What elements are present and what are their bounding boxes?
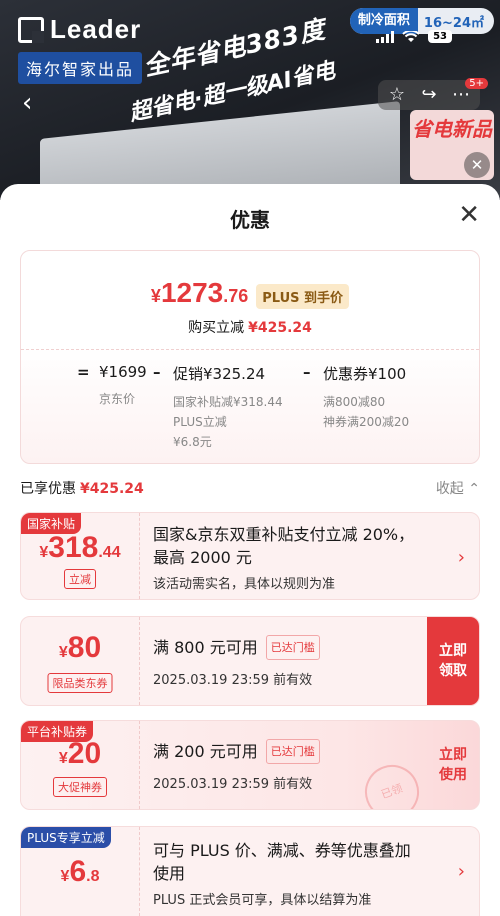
card-amount: ¥318.44	[39, 531, 121, 564]
final-price-line: ¥1273.76 PLUS 到手价	[21, 277, 479, 309]
coupon-20-card: 平台补贴券 ¥20 大促神券 满 200 元可用 已达门槛 2025.03.19 …	[20, 720, 480, 810]
close-icon[interactable]: ✕	[464, 152, 490, 178]
divider	[21, 349, 479, 350]
equals-sign: =	[77, 363, 90, 381]
claim-button[interactable]: 立即 领取	[427, 617, 479, 705]
jd-price: ¥1699	[99, 363, 147, 381]
enjoyed-amount: ¥425.24	[80, 481, 144, 497]
card-amount: ¥6.8	[60, 855, 100, 888]
battery-icon: 53	[428, 30, 452, 43]
price-summary: ¥1273.76 PLUS 到手价 购买立减 ¥425.24 = ¥1699 京东…	[20, 250, 480, 464]
card-desc: 该活动需实名，具体以规则为准	[153, 577, 336, 592]
wifi-icon	[402, 30, 420, 42]
card-title: 国家&京东双重补贴支付立减 20%， 最高 2000 元	[153, 525, 415, 567]
promo-sub-plus-amount: ¥6.8元	[173, 435, 212, 449]
national-subsidy-card[interactable]: 国家补贴 ¥318.44 立减 国家&京东双重补贴支付立减 20%， 最高 200…	[20, 512, 480, 600]
card-title: 满 800 元可用 已达门槛	[153, 635, 320, 660]
minus-sign: –	[153, 363, 161, 381]
coupon-sub-2: 神券满200减20	[323, 415, 410, 429]
coupon-amount: 优惠券¥100	[323, 365, 407, 383]
enjoyed-discount-row: 已享优惠 ¥425.24 收起 ⌃	[20, 478, 480, 498]
card-amount-sub: 大促神券	[53, 777, 107, 797]
plus-price-tag: PLUS 到手价	[256, 284, 350, 309]
card-amount-sub: 立减	[64, 569, 96, 589]
collapse-button[interactable]: 收起 ⌃	[436, 478, 480, 498]
discount-sheet: 优惠 ✕ ¥1273.76 PLUS 到手价 购买立减 ¥425.24 = ¥16…	[0, 184, 500, 916]
star-icon[interactable]: ☆	[386, 84, 408, 106]
chevron-right-icon: ›	[457, 547, 465, 568]
card-desc: 2025.03.19 23:59 前有效	[153, 777, 313, 792]
minus-sign: –	[303, 363, 311, 381]
card-desc: 2025.03.19 23:59 前有效	[153, 673, 313, 688]
share-icon[interactable]: ↪	[418, 84, 440, 106]
back-arrow-icon[interactable]: ‹	[22, 88, 32, 118]
card-amount: ¥20	[58, 737, 102, 770]
promo-amount: 促销¥325.24	[173, 365, 266, 383]
chevron-up-icon: ⌃	[468, 481, 480, 497]
card-title: 满 200 元可用 已达门槛	[153, 739, 320, 764]
promo-sub-national: 国家补贴减¥318.44	[173, 395, 283, 409]
brand-mark-icon	[18, 16, 44, 43]
chevron-right-icon: ›	[457, 861, 465, 882]
sheet-title: 优惠	[230, 208, 270, 232]
jd-price-col: ¥1699 京东价	[99, 363, 147, 409]
promo-col: 促销¥325.24 国家补贴减¥318.44 PLUS立减 ¥6.8元	[173, 363, 283, 452]
card-desc: PLUS 正式会员可享，具体以结算为准	[153, 893, 372, 908]
brand-logo: Leader	[18, 14, 141, 45]
message-badge: 5+	[465, 78, 488, 89]
coupon-sub-1: 满800减80	[323, 395, 386, 409]
threshold-badge: 已达门槛	[265, 635, 320, 660]
promo-sub-plus: PLUS立减	[173, 415, 227, 429]
threshold-badge: 已达门槛	[265, 739, 320, 764]
status-bar: 53	[376, 30, 452, 43]
product-banner: Leader 海尔智家出品 全年省电383度 超省电·超一级AI省电 制冷面积 …	[0, 0, 500, 200]
card-tag: PLUS专享立减	[21, 827, 111, 848]
plus-discount-card[interactable]: PLUS专享立减 ¥6.8 可与 PLUS 价、满减、券等优惠叠加 使用 PLUS…	[20, 826, 480, 916]
card-amount-sub: 限品类东券	[47, 673, 113, 693]
coupon-80-card: ¥80 限品类东券 满 800 元可用 已达门槛 2025.03.19 23:59…	[20, 616, 480, 706]
coupon-col: 优惠券¥100 满800减80 神券满200减20	[323, 363, 409, 432]
card-title: 可与 PLUS 价、满减、券等优惠叠加 使用	[153, 841, 411, 883]
direct-cut: 购买立减 ¥425.24	[188, 320, 312, 336]
signal-icon	[376, 30, 395, 43]
enjoyed-label: 已享优惠	[20, 481, 76, 497]
brand-tag: 海尔智家出品	[18, 52, 143, 84]
jd-price-label: 京东价	[99, 392, 136, 406]
card-amount: ¥80	[58, 631, 102, 664]
close-icon[interactable]: ✕	[458, 202, 480, 228]
final-price: ¥1273.76	[150, 277, 249, 308]
use-button[interactable]: 立即 使用	[427, 721, 479, 809]
area-chip-value: 16~24㎡	[423, 15, 484, 31]
